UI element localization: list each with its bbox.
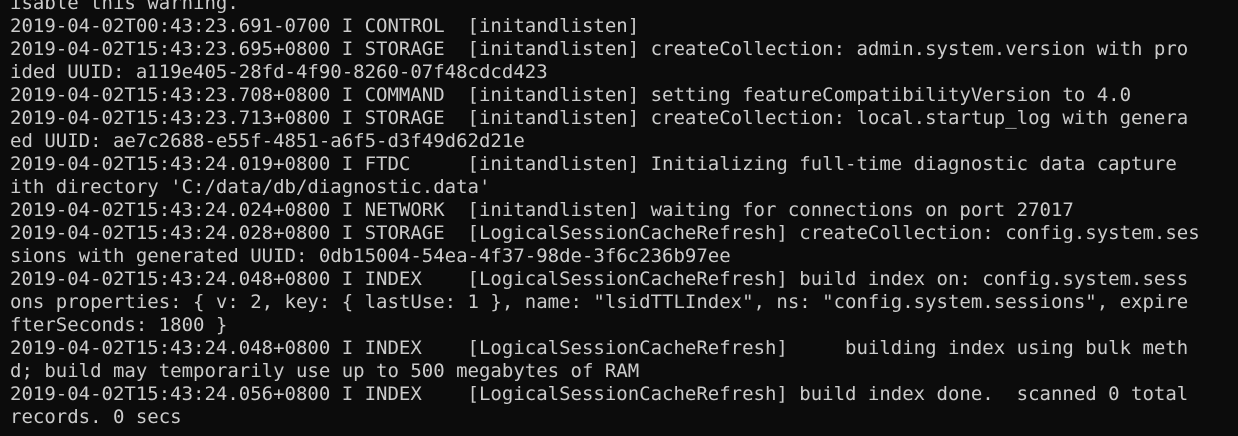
console-line: 2019-04-02T15:43:24.019+0800 I FTDC [ini… — [10, 153, 1177, 175]
console-output: isable this warning. 2019-04-02T00:43:23… — [10, 0, 1200, 429]
console-line: records. 0 secs — [10, 406, 182, 428]
console-line: 2019-04-02T15:43:23.713+0800 I STORAGE [… — [10, 107, 1189, 129]
console-line: ided UUID: a119e405-28fd-4f90-8260-07f48… — [10, 61, 548, 83]
console-line: sions with generated UUID: 0db15004-54ea… — [10, 245, 731, 267]
console-line: 2019-04-02T15:43:24.048+0800 I INDEX [Lo… — [10, 268, 1189, 290]
console-line: 2019-04-02T15:43:24.048+0800 I INDEX [Lo… — [10, 337, 1189, 359]
console-line: ith directory 'C:/data/db/diagnostic.dat… — [10, 176, 491, 198]
console-line: ed UUID: ae7c2688-e55f-4851-a6f5-d3f49d6… — [10, 130, 525, 152]
console-line: 2019-04-02T15:43:24.028+0800 I STORAGE [… — [10, 222, 1200, 244]
console-line: d; build may temporarily use up to 500 m… — [10, 360, 640, 382]
console-line: isable this warning. — [10, 0, 239, 14]
console-line: ons properties: { v: 2, key: { lastUse: … — [10, 291, 1189, 313]
console-line: 2019-04-02T00:43:23.691-0700 I CONTROL [… — [10, 15, 640, 37]
console-window[interactable]: isable this warning. 2019-04-02T00:43:23… — [0, 0, 1238, 436]
console-line: 2019-04-02T15:43:23.695+0800 I STORAGE [… — [10, 38, 1189, 60]
console-line: 2019-04-02T15:43:23.708+0800 I COMMAND [… — [10, 84, 1132, 106]
console-line: fterSeconds: 1800 } — [10, 314, 228, 336]
console-line: 2019-04-02T15:43:24.024+0800 I NETWORK [… — [10, 199, 1074, 221]
console-line: 2019-04-02T15:43:24.056+0800 I INDEX [Lo… — [10, 383, 1189, 405]
